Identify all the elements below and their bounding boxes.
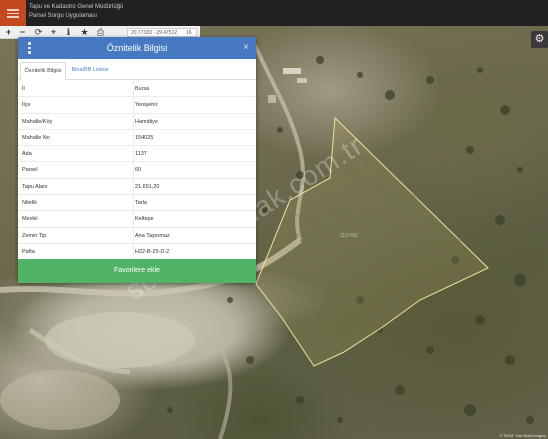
quarry-area [0,370,120,430]
table-row: Pafta H22-B-25-D-2 [18,243,256,261]
building [297,78,307,83]
parcel-label: 1137/60 [340,233,358,239]
panel-title: Öznitelik Bilgisi [106,43,168,53]
row-value: Bursa [135,86,150,92]
row-label: Mahalle/Köy [22,118,53,125]
zoom-in-icon[interactable]: + [3,27,14,38]
panel-header: Öznitelik Bilgisi × [18,37,256,59]
road [198,328,233,439]
add-to-favorites-button[interactable]: Favorilere ekle [18,259,256,283]
table-row: Mahalle/Köy Hamidiye [18,113,256,130]
row-value: Ana Taşınmaz [135,232,170,239]
building [283,68,301,74]
panel-tabs: Öznitelik Bilgisi Bina/BB Listesi [18,62,256,80]
row-value: 60 [135,167,142,174]
coordinate-display: 20.77183 · 29.47512 16 [127,28,197,37]
coordinate-readout: 20.77183 · 29.47512 [131,30,178,36]
table-row: İlçe Yenişehir [18,97,256,114]
row-label: Mevkii [22,216,38,223]
app-brand: Tapu ve Kadastro Genel Müdürlüğü Parsel … [29,3,123,21]
table-row: Parsel 60 [18,162,256,179]
row-label: Mahalle No [22,134,50,141]
building [268,95,276,103]
row-label: Tapu Alanı [22,183,48,190]
row-value: Yenişehir [135,102,158,109]
table-row: Zemin Tip Ana Taşınmaz [18,227,256,244]
row-label: Zemin Tip [22,232,47,239]
table-row: Mahalle No 154025 [18,129,256,147]
map-attribution: © TKGM · Esri World Imagery [499,434,546,438]
row-value: 154025 [135,134,154,141]
app-header: Tapu ve Kadastro Genel Müdürlüğü Parsel … [0,0,548,26]
tab-building-list[interactable]: Bina/BB Listesi [70,62,110,80]
table-row: İl Bursa [18,81,256,98]
app-title-line1: Tapu ve Kadastro Genel Müdürlüğü [29,4,124,10]
app-title-line2: Parsel Sorgu Uygulaması [29,13,98,19]
row-value: Tarla [135,200,147,207]
table-row: Mevkii Keltepe [18,211,256,228]
row-value: Hamidiye [135,118,158,125]
row-value: H22-B-25-D-2 [135,248,170,255]
table-row: Tapu Alanı 21.651,20 [18,178,256,196]
attribute-panel: Öznitelik Bilgisi × Öznitelik Bilgisi Bi… [18,37,256,283]
hamburger-menu-icon[interactable] [0,0,26,26]
parcel-outline [255,116,489,367]
row-label: Ada [22,151,32,158]
row-label: İl [22,86,25,92]
row-value: 1137 [135,151,147,158]
zoom-level: 16 [186,30,192,36]
row-value: 21.651,20 [135,183,160,190]
attribute-table: İl Bursa İlçe Yenişehir Mahalle/Köy Hamidiy… [18,81,256,261]
row-label: Pafta [22,248,35,255]
row-label: İlçe [22,102,31,109]
quarry-area [45,312,195,368]
row-label: Parsel [22,167,38,174]
gear-icon[interactable]: ⚙ [531,31,548,48]
row-label: Nitelik [22,200,37,207]
table-row: Nitelik Tarla [18,195,256,212]
row-value: Keltepe [135,216,154,223]
table-row: Ada 1137 [18,146,256,163]
tab-attributes[interactable]: Öznitelik Bilgisi [20,62,66,80]
close-icon[interactable]: × [243,37,249,59]
